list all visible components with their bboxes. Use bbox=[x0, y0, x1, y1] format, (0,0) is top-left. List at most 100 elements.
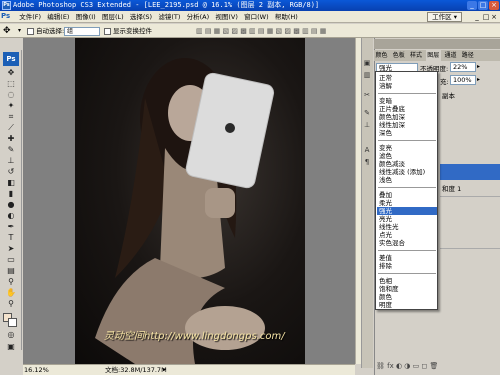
blend-vivid-light[interactable]: 亮光 bbox=[377, 215, 437, 223]
blend-darker-color[interactable]: 深色 bbox=[377, 129, 437, 137]
doc-restore-icon[interactable]: □ bbox=[482, 12, 490, 22]
navigator-icon[interactable]: ▣ bbox=[362, 58, 372, 68]
blend-screen[interactable]: 滤色 bbox=[377, 152, 437, 160]
pen-tool-icon[interactable]: ✒ bbox=[4, 222, 18, 232]
close-icon[interactable]: × bbox=[489, 1, 499, 10]
background-color-swatch[interactable] bbox=[8, 318, 17, 327]
shape-tool-icon[interactable]: ▭ bbox=[4, 255, 18, 265]
blend-difference[interactable]: 差值 bbox=[377, 254, 437, 262]
healing-brush-icon[interactable]: ✚ bbox=[4, 134, 18, 144]
blend-normal[interactable]: 正常 bbox=[377, 74, 437, 82]
menu-edit[interactable]: 编辑(E) bbox=[45, 11, 71, 23]
clone-source-icon[interactable]: ⊥ bbox=[362, 120, 372, 130]
blend-color[interactable]: 颜色 bbox=[377, 293, 437, 301]
character-icon[interactable]: A bbox=[362, 145, 372, 155]
blend-dissolve[interactable]: 溶解 bbox=[377, 82, 437, 90]
notes-tool-icon[interactable]: ▤ bbox=[4, 266, 18, 276]
blend-color-burn[interactable]: 颜色加深 bbox=[377, 113, 437, 121]
menu-filter[interactable]: 滤镜(T) bbox=[156, 11, 182, 23]
magic-wand-icon[interactable]: ✦ bbox=[4, 101, 18, 111]
histogram-icon[interactable]: ▥ bbox=[362, 70, 372, 80]
menu-window[interactable]: 窗口(W) bbox=[242, 11, 271, 23]
brush-tool-icon[interactable]: ✎ bbox=[4, 145, 18, 155]
blend-pin-light[interactable]: 点光 bbox=[377, 231, 437, 239]
opacity-chevron-icon[interactable]: ▸ bbox=[477, 63, 480, 70]
tab-color[interactable]: 颜色 bbox=[374, 50, 389, 61]
document-photo[interactable] bbox=[75, 38, 305, 364]
zoom-tool-icon[interactable]: ⚲ bbox=[4, 299, 18, 309]
lasso-tool-icon[interactable]: ◌ bbox=[4, 90, 18, 100]
move-tool-icon[interactable]: ✥ bbox=[4, 68, 18, 78]
tab-paths[interactable]: 路径 bbox=[460, 50, 475, 61]
blend-lighten[interactable]: 变亮 bbox=[377, 144, 437, 152]
doc-minimize-icon[interactable]: _ bbox=[472, 12, 482, 22]
blend-overlay[interactable]: 叠加 bbox=[377, 191, 437, 199]
doc-size[interactable]: 文档:32.8M/137.7M bbox=[105, 365, 167, 375]
move-tool-icon[interactable]: ✥ bbox=[3, 26, 11, 36]
blend-darken[interactable]: 变暗 bbox=[377, 97, 437, 105]
tab-channels[interactable]: 通道 bbox=[443, 50, 458, 61]
crop-tool-icon[interactable]: ⌗ bbox=[4, 112, 18, 122]
menu-help[interactable]: 帮助(H) bbox=[273, 11, 300, 23]
show-transform-checkbox[interactable] bbox=[104, 28, 111, 35]
blend-linear-burn[interactable]: 线性加深 bbox=[377, 121, 437, 129]
panel-footer-icons[interactable]: ⛓ fx ◐ ◑ ▭ ◻ 🗑 bbox=[376, 362, 498, 372]
minimize-icon[interactable]: _ bbox=[467, 1, 477, 10]
blend-hue[interactable]: 色相 bbox=[377, 277, 437, 285]
blend-lighter-color[interactable]: 浅色 bbox=[377, 176, 437, 184]
align-icons[interactable]: ▥ ▤ ▦ ▧ ▨ ▩ ▥ ▤ ▦ ▧ ▨ ▩ ▥ ▤ ▦ bbox=[196, 27, 326, 35]
stamp-tool-icon[interactable]: ⊥ bbox=[4, 156, 18, 166]
paragraph-icon[interactable]: ¶ bbox=[362, 157, 372, 167]
menu-image[interactable]: 图像(I) bbox=[74, 11, 98, 23]
blend-color-dodge[interactable]: 颜色减淡 bbox=[377, 160, 437, 168]
history-brush-icon[interactable]: ↺ bbox=[4, 167, 18, 177]
marquee-tool-icon[interactable]: ⬚ bbox=[4, 79, 18, 89]
blend-exclusion[interactable]: 排除 bbox=[377, 262, 437, 270]
menu-file[interactable]: 文件(F) bbox=[17, 11, 43, 23]
status-arrow-icon[interactable]: ▸ bbox=[163, 365, 166, 375]
eyedropper-icon[interactable]: ⚲ bbox=[4, 277, 18, 287]
tab-layers[interactable]: 图层 bbox=[425, 50, 441, 61]
fill-chevron-icon[interactable]: ▸ bbox=[477, 76, 480, 83]
path-select-icon[interactable]: ➤ bbox=[4, 244, 18, 254]
tab-swatches[interactable]: 色板 bbox=[391, 50, 406, 61]
zoom-level[interactable]: 16.12% bbox=[24, 365, 49, 375]
menu-analysis[interactable]: 分析(A) bbox=[185, 11, 212, 23]
blend-soft-light[interactable]: 柔光 bbox=[377, 199, 437, 207]
blend-luminosity[interactable]: 明度 bbox=[377, 301, 437, 309]
workspace-button[interactable]: 工作区 ▾ bbox=[427, 12, 462, 22]
blend-mode-dropdown[interactable]: 正常 溶解 变暗 正片叠底 颜色加深 线性加深 深色 变亮 滤色 颜色减淡 线性… bbox=[375, 71, 438, 310]
menu-view[interactable]: 视图(V) bbox=[213, 11, 240, 23]
restore-icon[interactable]: □ bbox=[478, 1, 488, 10]
layer-row[interactable]: 和度 1 bbox=[440, 183, 500, 195]
auto-select-checkbox[interactable] bbox=[27, 28, 34, 35]
blend-linear-dodge[interactable]: 线性减淡 (添加) bbox=[377, 168, 437, 176]
chevron-down-icon[interactable]: ▾ bbox=[18, 27, 21, 34]
menu-layer[interactable]: 图层(L) bbox=[100, 11, 126, 23]
tab-styles[interactable]: 样式 bbox=[409, 50, 424, 61]
blend-linear-light[interactable]: 线性光 bbox=[377, 223, 437, 231]
layer-row[interactable]: 副本 bbox=[440, 90, 500, 102]
blend-hard-light[interactable]: 强光 bbox=[377, 207, 437, 215]
auto-select-dropdown[interactable]: 组 bbox=[64, 27, 100, 36]
slice-tool-icon[interactable]: ⟋ bbox=[4, 123, 18, 133]
dodge-tool-icon[interactable]: ◐ bbox=[4, 211, 18, 221]
quick-mask-icon[interactable]: ◎ bbox=[4, 330, 18, 340]
screen-mode-icon[interactable]: ▣ bbox=[4, 342, 18, 352]
menu-select[interactable]: 选择(S) bbox=[128, 11, 154, 23]
brushes-icon[interactable]: ✎ bbox=[362, 108, 372, 118]
canvas-area[interactable]: 灵动空间http://www.lingdongps.com/ bbox=[23, 38, 355, 364]
hand-tool-icon[interactable]: ✋ bbox=[4, 288, 18, 298]
blend-saturation[interactable]: 饱和度 bbox=[377, 285, 437, 293]
doc-close-icon[interactable]: × bbox=[490, 12, 498, 22]
blend-hard-mix[interactable]: 实色混合 bbox=[377, 239, 437, 247]
type-tool-icon[interactable]: T bbox=[4, 233, 18, 243]
eraser-tool-icon[interactable]: ◧ bbox=[4, 178, 18, 188]
blend-multiply[interactable]: 正片叠底 bbox=[377, 105, 437, 113]
layer-row-selected[interactable] bbox=[440, 164, 500, 180]
fill-input[interactable]: 100% bbox=[450, 75, 476, 85]
tools-preset-icon[interactable]: ✂ bbox=[362, 90, 372, 100]
gradient-tool-icon[interactable]: ▮ bbox=[4, 189, 18, 199]
ps-menu-icon[interactable]: Ps bbox=[1, 12, 15, 22]
opacity-input[interactable]: 22% bbox=[450, 62, 476, 72]
